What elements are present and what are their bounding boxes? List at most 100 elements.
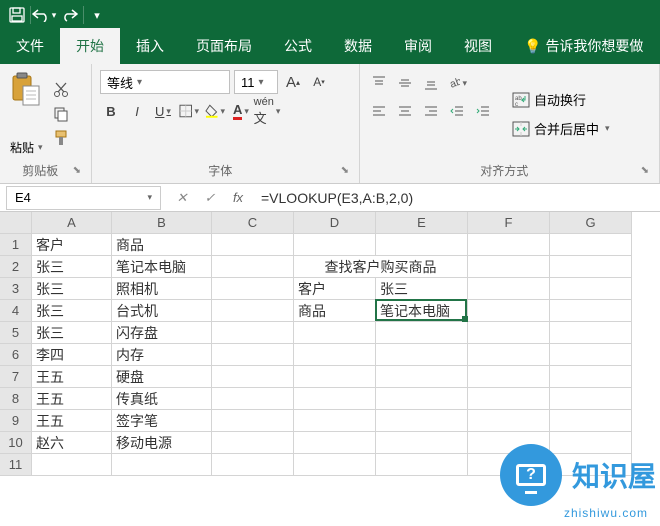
- cell[interactable]: 张三: [32, 256, 112, 278]
- cell[interactable]: [294, 432, 376, 454]
- cell[interactable]: [212, 410, 294, 432]
- italic-icon[interactable]: I: [126, 100, 148, 122]
- cell[interactable]: [294, 410, 376, 432]
- cell[interactable]: 李四: [32, 344, 112, 366]
- copy-icon[interactable]: [51, 104, 71, 124]
- row-header[interactable]: 11: [0, 454, 32, 476]
- cell[interactable]: [468, 256, 550, 278]
- tab-review[interactable]: 审阅: [388, 28, 448, 64]
- cell[interactable]: [212, 344, 294, 366]
- cell[interactable]: [294, 344, 376, 366]
- cell[interactable]: 照相机: [112, 278, 212, 300]
- phonetic-icon[interactable]: wén文▾: [256, 100, 278, 122]
- cell[interactable]: 客户: [32, 234, 112, 256]
- align-bottom-icon[interactable]: [420, 72, 442, 94]
- cell[interactable]: [468, 300, 550, 322]
- align-top-icon[interactable]: [368, 72, 390, 94]
- tab-formulas[interactable]: 公式: [268, 28, 328, 64]
- cell[interactable]: [212, 366, 294, 388]
- cell[interactable]: [376, 366, 468, 388]
- cell[interactable]: [468, 234, 550, 256]
- cell[interactable]: 传真纸: [112, 388, 212, 410]
- column-header[interactable]: F: [468, 212, 550, 234]
- save-icon[interactable]: [4, 2, 30, 28]
- font-size-combo[interactable]: 11▾: [234, 70, 278, 94]
- formula-bar[interactable]: =VLOOKUP(E3,A:B,2,0): [253, 190, 660, 206]
- column-header[interactable]: C: [212, 212, 294, 234]
- row-header[interactable]: 6: [0, 344, 32, 366]
- cell[interactable]: 笔记本电脑: [376, 300, 468, 322]
- redo-icon[interactable]: [57, 2, 83, 28]
- cell[interactable]: [112, 454, 212, 476]
- name-box[interactable]: E4▾: [6, 186, 161, 210]
- row-header[interactable]: 2: [0, 256, 32, 278]
- cell[interactable]: 王五: [32, 388, 112, 410]
- cell[interactable]: 张三: [32, 300, 112, 322]
- cell[interactable]: [212, 388, 294, 410]
- tab-view[interactable]: 视图: [448, 28, 508, 64]
- row-header[interactable]: 1: [0, 234, 32, 256]
- row-header[interactable]: 4: [0, 300, 32, 322]
- row-header[interactable]: 8: [0, 388, 32, 410]
- column-header[interactable]: A: [32, 212, 112, 234]
- tab-insert[interactable]: 插入: [120, 28, 180, 64]
- alignment-dialog-icon[interactable]: ⬊: [641, 165, 651, 176]
- tab-data[interactable]: 数据: [328, 28, 388, 64]
- column-header[interactable]: G: [550, 212, 632, 234]
- cell[interactable]: [468, 278, 550, 300]
- cell[interactable]: [550, 300, 632, 322]
- select-all-corner[interactable]: [0, 212, 32, 234]
- cell[interactable]: 移动电源: [112, 432, 212, 454]
- cell[interactable]: [376, 322, 468, 344]
- tell-me[interactable]: 💡告诉我你想要做: [508, 28, 659, 64]
- bold-icon[interactable]: B: [100, 100, 122, 122]
- fill-color-icon[interactable]: ▾: [204, 100, 226, 122]
- underline-icon[interactable]: U▾: [152, 100, 174, 122]
- cell[interactable]: 商品: [112, 234, 212, 256]
- tab-file[interactable]: 文件: [0, 28, 60, 64]
- cell[interactable]: 客户: [294, 278, 376, 300]
- cell[interactable]: [294, 234, 376, 256]
- format-painter-icon[interactable]: [51, 128, 71, 148]
- wrap-text-button[interactable]: abc自动换行: [508, 88, 614, 111]
- undo-icon[interactable]: ▾: [31, 2, 57, 28]
- cell[interactable]: [550, 322, 632, 344]
- cell[interactable]: [468, 410, 550, 432]
- align-middle-icon[interactable]: [394, 72, 416, 94]
- align-center-icon[interactable]: [394, 100, 416, 122]
- decrease-indent-icon[interactable]: [446, 100, 468, 122]
- font-color-icon[interactable]: A▾: [230, 100, 252, 122]
- merge-center-button[interactable]: 合并后居中▾: [508, 117, 614, 140]
- column-header[interactable]: D: [294, 212, 376, 234]
- column-header[interactable]: B: [112, 212, 212, 234]
- font-name-combo[interactable]: 等线▾: [100, 70, 230, 94]
- cell[interactable]: [294, 388, 376, 410]
- cell[interactable]: [32, 454, 112, 476]
- cell[interactable]: [550, 388, 632, 410]
- fx-icon[interactable]: fx: [227, 190, 249, 205]
- row-header[interactable]: 10: [0, 432, 32, 454]
- cell[interactable]: 台式机: [112, 300, 212, 322]
- cell[interactable]: [294, 322, 376, 344]
- row-header[interactable]: 7: [0, 366, 32, 388]
- tab-layout[interactable]: 页面布局: [180, 28, 268, 64]
- cell[interactable]: 硬盘: [112, 366, 212, 388]
- orientation-icon[interactable]: ab▾: [446, 72, 468, 94]
- cancel-formula-icon[interactable]: ✕: [171, 190, 193, 206]
- cell[interactable]: [468, 322, 550, 344]
- cell[interactable]: 笔记本电脑: [112, 256, 212, 278]
- paste-button[interactable]: 粘贴▾: [8, 68, 45, 160]
- cell[interactable]: [212, 234, 294, 256]
- cell[interactable]: [212, 300, 294, 322]
- cell[interactable]: [376, 344, 468, 366]
- cell[interactable]: [550, 410, 632, 432]
- cell[interactable]: [376, 234, 468, 256]
- cell[interactable]: [212, 432, 294, 454]
- cell[interactable]: [376, 410, 468, 432]
- cell[interactable]: [212, 454, 294, 476]
- cell[interactable]: [550, 278, 632, 300]
- cut-icon[interactable]: [51, 80, 71, 100]
- align-left-icon[interactable]: [368, 100, 390, 122]
- cell-merged[interactable]: 查找客户购买商品: [294, 256, 468, 278]
- cell[interactable]: [468, 388, 550, 410]
